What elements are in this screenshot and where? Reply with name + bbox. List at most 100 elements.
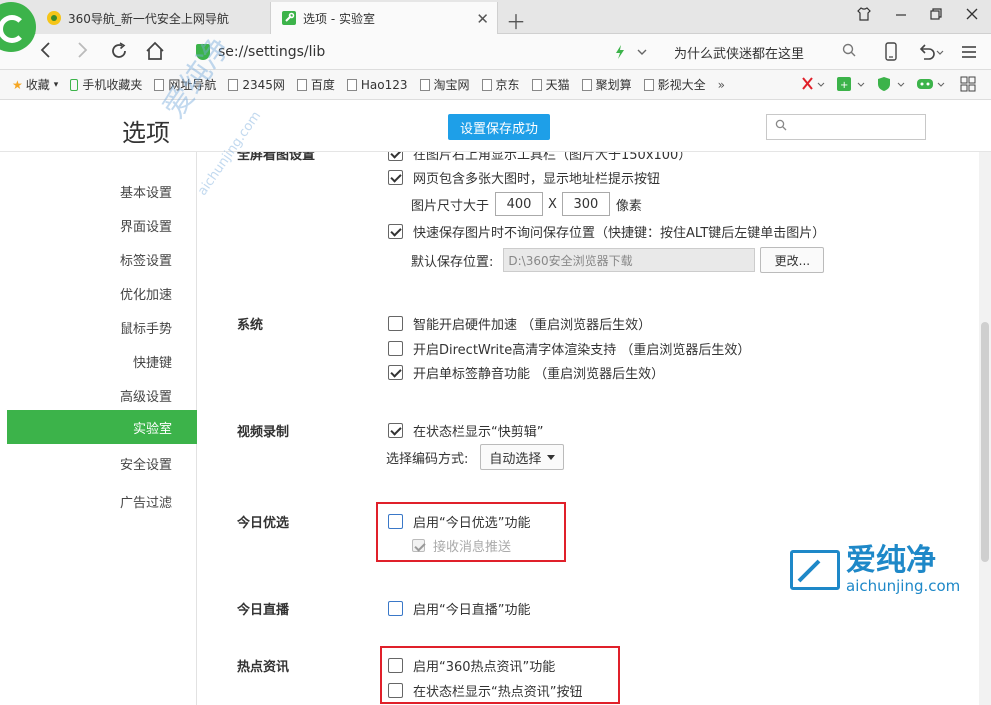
checkbox[interactable] (388, 224, 403, 239)
scroll-thumb[interactable] (981, 322, 989, 562)
bookmark-label: 聚划算 (595, 78, 632, 92)
option-video-status[interactable]: 在状态栏显示“快剪辑” (388, 421, 543, 440)
option-hot-news-status[interactable]: 在状态栏显示“热点资讯”按钮 (388, 681, 582, 700)
bookmark-item[interactable]: 2345网 (228, 76, 285, 93)
sidebar-item-advanced[interactable]: 高级设置 (0, 378, 197, 412)
address-bar[interactable]: se://settings/lib (196, 38, 662, 66)
checkbox[interactable] (388, 170, 403, 185)
gamepad-icon[interactable] (916, 76, 946, 96)
checkbox[interactable] (388, 601, 403, 616)
bookmark-item[interactable]: 京东 (481, 76, 520, 93)
apps-grid-icon[interactable] (960, 76, 976, 96)
sidebar-item-label: 鼠标手势 (119, 321, 172, 337)
watermark: 爱纯净 aichunjing.com (790, 545, 960, 595)
option-directwrite[interactable]: 开启DirectWrite高清字体渲染支持 （重启浏览器后生效） (388, 339, 750, 358)
option-multi-image-hint[interactable]: 网页包含多张大图时，显示地址栏提示按钮 (388, 168, 660, 187)
sidebar-item-basic[interactable]: 基本设置 (0, 174, 197, 208)
option-hw-accel[interactable]: 智能开启硬件加速 （重启浏览器后生效） (388, 314, 651, 333)
change-path-button[interactable]: 更改... (760, 247, 825, 273)
tab-360-nav[interactable]: 360导航_新一代安全上网导航 (36, 2, 270, 34)
chevron-down-icon[interactable] (636, 44, 648, 63)
width-input[interactable]: 400 (495, 192, 544, 216)
scissors-icon[interactable] (800, 76, 826, 96)
bookmark-item[interactable]: 天猫 (531, 76, 570, 93)
tab-options-lab[interactable]: 选项 - 实验室 ✕ (270, 2, 498, 34)
sidebar-item-label: 安全设置 (119, 457, 172, 473)
option-receive-push[interactable]: 接收消息推送 (412, 536, 511, 555)
close-window-icon[interactable] (965, 6, 979, 26)
sidebar-item-security[interactable]: 安全设置 (0, 446, 197, 480)
option-label: 在图片右上角显示工具栏（图片大于150x100） (413, 152, 692, 163)
forward-icon[interactable] (74, 40, 90, 65)
bookmark-label: 手机收藏夹 (82, 78, 143, 92)
option-label: 网页包含多张大图时，显示地址栏提示按钮 (413, 172, 661, 187)
sidebar-item-label: 界面设置 (119, 219, 172, 235)
option-tab-mute[interactable]: 开启单标签静音功能 （重启浏览器后生效） (388, 363, 664, 382)
undo-icon[interactable] (918, 42, 944, 67)
refresh-icon[interactable] (108, 40, 130, 67)
search-icon (775, 119, 787, 134)
page-icon (531, 78, 542, 91)
more-bookmarks-icon[interactable]: » (718, 78, 725, 92)
bookmark-mobile[interactable]: 手机收藏夹 (70, 76, 142, 93)
sidebar-item-optimize[interactable]: 优化加速 (0, 276, 197, 310)
sidebar-item-shortcuts[interactable]: 快捷键 (0, 344, 197, 378)
option-today-pick[interactable]: 启用“今日优选”功能 (388, 512, 530, 531)
checkbox[interactable] (388, 514, 403, 529)
sidebar-item-gestures[interactable]: 鼠标手势 (0, 310, 197, 344)
translate-icon[interactable]: + (836, 76, 866, 96)
search-box[interactable]: 为什么武侠迷都在这里 (664, 38, 864, 66)
bookmark-favorites[interactable]: ★ 收藏 ▾ (12, 76, 58, 93)
home-icon[interactable] (144, 40, 166, 67)
times-sign: X (548, 196, 557, 212)
lightning-icon[interactable] (614, 44, 626, 63)
bookmark-item[interactable]: Hao123 (346, 78, 408, 92)
search-icon[interactable] (842, 43, 856, 61)
sidebar-item-interface[interactable]: 界面设置 (0, 208, 197, 242)
checkbox[interactable] (388, 423, 403, 438)
sidebar-item-lab[interactable]: 实验室 (7, 410, 197, 444)
sidebar-item-tabs[interactable]: 标签设置 (0, 242, 197, 276)
minimize-icon[interactable] (894, 6, 908, 26)
new-tab-icon[interactable]: ＋ (506, 6, 526, 35)
bookmark-item[interactable]: 影视大全 (643, 76, 706, 93)
watermark-en: aichunjing.com (846, 577, 961, 595)
checkbox[interactable] (388, 152, 403, 161)
height-input[interactable]: 300 (561, 192, 610, 216)
bookmark-item[interactable]: 聚划算 (581, 76, 632, 93)
section-label-video: 视频录制 (237, 425, 290, 440)
option-hot-news[interactable]: 启用“360热点资讯”功能 (388, 656, 555, 675)
encode-select[interactable]: 自动选择 (480, 444, 565, 470)
shield-money-icon[interactable] (876, 76, 906, 96)
checkbox[interactable] (388, 316, 403, 331)
settings-search-input[interactable] (766, 114, 926, 140)
360-favicon-icon (46, 10, 62, 26)
bookmark-label: 淘宝网 (433, 78, 470, 92)
checkbox[interactable] (388, 341, 403, 356)
restore-icon[interactable] (929, 6, 943, 26)
sidebar-item-label: 优化加速 (119, 287, 172, 303)
checkbox[interactable] (388, 365, 403, 380)
bookmark-label: 收藏 (25, 78, 50, 92)
checkbox[interactable] (388, 683, 403, 698)
bookmark-item[interactable]: 百度 (296, 76, 335, 93)
checkbox[interactable] (388, 658, 403, 673)
option-today-live[interactable]: 启用“今日直播”功能 (388, 599, 530, 618)
close-tab-icon[interactable]: ✕ (476, 10, 489, 28)
back-icon[interactable] (38, 40, 54, 65)
option-label: 快速保存图片时不询问保存位置（快捷键：按住ALT键后左键单击图片） (413, 226, 826, 241)
sidebar-item-label: 快捷键 (132, 355, 172, 371)
shirt-skin-icon[interactable] (856, 6, 872, 26)
option-label: 在状态栏显示“快剪辑” (413, 425, 544, 440)
option-toolbar-on-image[interactable]: 在图片右上角显示工具栏（图片大于150x100） (388, 152, 691, 163)
menu-icon[interactable] (960, 42, 978, 67)
bookmark-item[interactable]: 淘宝网 (419, 76, 470, 93)
sidebar-item-adblock[interactable]: 广告过滤 (0, 484, 197, 518)
page-icon (643, 78, 654, 91)
scrollbar[interactable] (979, 152, 991, 705)
settings-content: 全屏看图设置 在图片右上角显示工具栏（图片大于150x100） 网页包含多张大图… (198, 152, 978, 705)
mobile-icon[interactable] (884, 42, 898, 67)
section-label-hot-news: 热点资讯 (237, 660, 290, 675)
option-quick-save[interactable]: 快速保存图片时不询问保存位置（快捷键：按住ALT键后左键单击图片） (388, 222, 825, 241)
checkbox[interactable] (412, 539, 425, 552)
